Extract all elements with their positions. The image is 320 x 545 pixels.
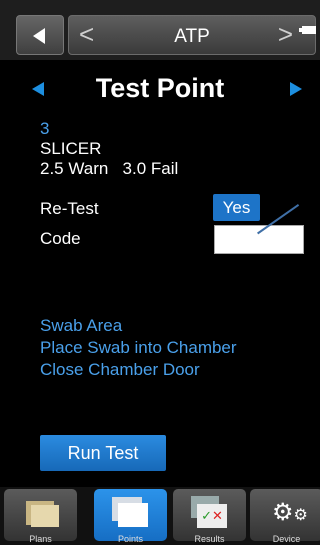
page-title: Test Point <box>95 73 225 103</box>
tab-label: Results <box>194 534 225 544</box>
back-button[interactable] <box>16 15 64 55</box>
code-label: Code <box>40 229 81 248</box>
instruction-step: Close Chamber Door <box>40 360 200 379</box>
instruction-step: Swab Area <box>40 316 123 335</box>
tab-label: Points <box>117 534 143 544</box>
tab-device[interactable]: ⚙⚙ Device <box>250 489 320 544</box>
tab-label: Plans <box>29 534 52 544</box>
point-number: 3 <box>40 119 50 138</box>
bottom-tab-bar: Plans Points ✓✕ Results ⚙⚙ Device <box>0 487 320 545</box>
instruction-step: Place Swab into Chamber <box>40 338 237 357</box>
gears-icon: ⚙⚙ <box>272 499 308 526</box>
nav-title-bar: < ATP > <box>68 15 316 55</box>
next-point-arrow-icon[interactable] <box>290 82 302 96</box>
heading-row: Test Point <box>0 64 320 114</box>
retest-yes-button[interactable]: Yes <box>213 194 260 221</box>
tab-plans[interactable]: Plans <box>4 489 77 544</box>
top-bar: < ATP > <box>0 0 320 60</box>
battery-icon <box>299 26 316 34</box>
retest-label: Re-Test <box>40 199 99 218</box>
folder-icon <box>26 498 59 527</box>
point-name: SLICER <box>40 139 102 158</box>
pages-icon <box>112 497 150 527</box>
results-icon: ✓✕ <box>191 496 229 528</box>
tab-results[interactable]: ✓✕ Results <box>173 489 246 544</box>
next-nav-button[interactable]: > <box>278 20 293 48</box>
tab-points[interactable]: Points <box>94 489 167 544</box>
run-test-button[interactable]: Run Test <box>40 435 166 471</box>
tab-label: Device <box>272 534 301 544</box>
code-field[interactable] <box>214 225 304 254</box>
point-limits: 2.5 Warn 3.0 Fail <box>40 159 179 178</box>
